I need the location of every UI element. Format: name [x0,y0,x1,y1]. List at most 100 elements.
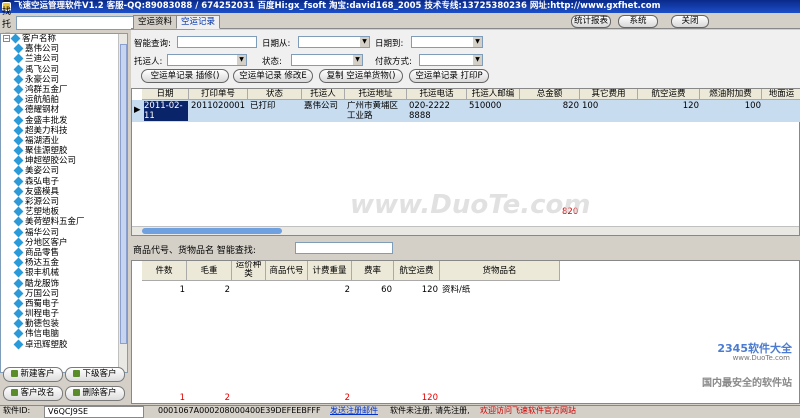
customer-icon [13,115,24,125]
tree-root[interactable]: − 客户名称 [1,34,127,44]
col-header[interactable]: 日期 [142,89,189,100]
tree-item[interactable]: 银丰机械 [1,267,127,278]
col-header[interactable]: 总金额 [520,89,580,100]
system-button[interactable]: 系统 [618,15,658,28]
tree-item[interactable]: 艺塑地板 [1,206,127,217]
col-header[interactable]: 托运电话 [407,89,467,100]
table-cell[interactable]: 广州市黄埔区工业路 [347,101,406,121]
customer-icon [13,318,24,329]
col-header[interactable]: 托运人 [302,89,345,100]
payment-select[interactable] [419,54,483,66]
tree-item[interactable]: 金盛丰批发 [1,115,127,126]
tree-item[interactable]: 聚佳源塑胶 [1,145,127,156]
col-header[interactable]: 托运人邮编 [467,89,520,100]
close-button[interactable]: 关闭 [671,15,709,28]
tree-item[interactable]: 运航船舶 [1,94,127,105]
tree-item[interactable]: 商品零售 [1,247,127,258]
tree-item[interactable]: 伟信电脑 [1,328,127,339]
table-cell[interactable]: 120 [396,285,438,295]
date-to-picker[interactable] [411,36,483,48]
table-cell[interactable]: 已打印 [250,101,301,111]
col-header[interactable]: 燃油附加费 [700,89,762,100]
tree-item[interactable]: 德耀钢材 [1,104,127,115]
col-header[interactable]: 货物品名 [440,261,560,281]
copy-goods-button[interactable]: 复制 空运单货物() [319,69,403,83]
tree-item[interactable]: 万国公司 [1,288,127,299]
table-cell[interactable]: 资料/纸 [442,285,558,295]
col-header[interactable]: 状态 [248,89,302,100]
table-cell[interactable]: 510000 [469,101,519,111]
goods-search-input[interactable] [295,242,393,254]
tree-item[interactable]: 超美力科技 [1,125,127,136]
insert-record-button[interactable]: 空运单记录 插修() [141,69,229,83]
customer-icon [13,339,24,350]
col-header[interactable]: 打印单号 [189,89,248,100]
print-record-button[interactable]: 空运单记录 打印P [409,69,489,83]
col-header[interactable]: 航空运费 [638,89,700,100]
tree-item[interactable]: 彩源公司 [1,196,127,207]
col-header[interactable]: 其它费用 [580,89,638,100]
table-cell[interactable]: 2 [189,285,230,295]
col-header[interactable]: 计费重量 [308,261,352,281]
sub-customer-button[interactable]: 下级客户 [65,367,125,382]
tree-scroll-thumb[interactable] [120,44,127,344]
col-header[interactable]: 商品代号 [266,261,308,281]
tree-item[interactable]: 分地区客户 [1,237,127,248]
tree-item[interactable]: 永豪公司 [1,74,127,85]
customer-icon [13,165,24,176]
date-from-label: 日期从: [262,39,291,49]
tree-item[interactable]: 嘉伟公司 [1,43,127,54]
tree-item[interactable]: 福华公司 [1,227,127,238]
tree-item[interactable]: 勤德包装 [1,318,127,329]
smart-query-input[interactable] [177,36,257,48]
table-cell[interactable]: 嘉伟公司 [304,101,344,111]
delete-customer-button[interactable]: 删除客户 [65,386,125,401]
tree-item[interactable]: 福湖酒业 [1,135,127,146]
rename-customer-button[interactable]: 客户改名 [3,386,63,401]
tree-item[interactable]: 森弘电子 [1,176,127,187]
table-cell[interactable]: 2011-02-11 [144,101,188,121]
total-cell: 1 [179,393,185,403]
shipper-select[interactable] [167,54,247,66]
edit-record-button[interactable]: 空运单记录 修改E [233,69,313,83]
tree-item[interactable]: 友盛模具 [1,186,127,197]
tree-item[interactable]: 杨达五金 [1,257,127,268]
col-header[interactable]: 运价种类 [232,261,266,281]
tree-item[interactable]: 酷龙服饰 [1,278,127,289]
records-hscroll-thumb[interactable] [142,228,282,234]
table-cell[interactable]: 120 [640,101,699,111]
col-header[interactable]: 托运地址 [345,89,407,100]
tree-item[interactable]: 鸿群五金厂 [1,84,127,95]
tab-airfreight-data[interactable]: 空运资料 [133,15,178,29]
status-select[interactable] [291,54,363,66]
table-cell[interactable]: 60 [354,285,392,295]
table-cell[interactable]: 020-2222 8888 [409,101,466,121]
tree-scrollbar[interactable] [118,34,127,372]
col-header[interactable]: 件数 [142,261,187,281]
table-cell[interactable]: 1 [144,285,185,295]
tree-item[interactable]: 兰迪公司 [1,53,127,64]
tree-item[interactable]: 坤超塑胶公司 [1,155,127,166]
date-from-picker[interactable] [298,36,370,48]
records-hscroll[interactable] [132,226,799,235]
table-cell[interactable]: 100 [702,101,761,111]
new-customer-button[interactable]: 新建客户 [3,367,63,382]
table-cell[interactable]: 2 [310,285,350,295]
customer-icon [13,53,24,64]
stats-report-button[interactable]: 统计报表 [571,15,611,28]
table-cell[interactable]: 2011020001 [191,101,247,111]
table-cell[interactable]: 100 [582,101,637,111]
col-header[interactable]: 毛重 [187,261,232,281]
collapse-icon[interactable]: − [3,35,10,42]
col-header[interactable]: 航空运费 [394,261,440,281]
col-header[interactable]: 费率 [352,261,394,281]
col-header[interactable]: 地面运 [762,89,800,100]
tab-airfreight-records[interactable]: 空运记录 [176,15,221,29]
tree-item[interactable]: 西蜀电子 [1,298,127,309]
table-cell[interactable]: 820 [522,101,579,111]
tree-item[interactable]: 卓迅辉塑胶 [1,339,127,350]
tree-item[interactable]: 圳程电子 [1,308,127,319]
tree-item[interactable]: 禹飞公司 [1,64,127,75]
tree-item[interactable]: 美姿公司 [1,165,127,176]
tree-item[interactable]: 美荷塑料五金厂 [1,216,127,227]
